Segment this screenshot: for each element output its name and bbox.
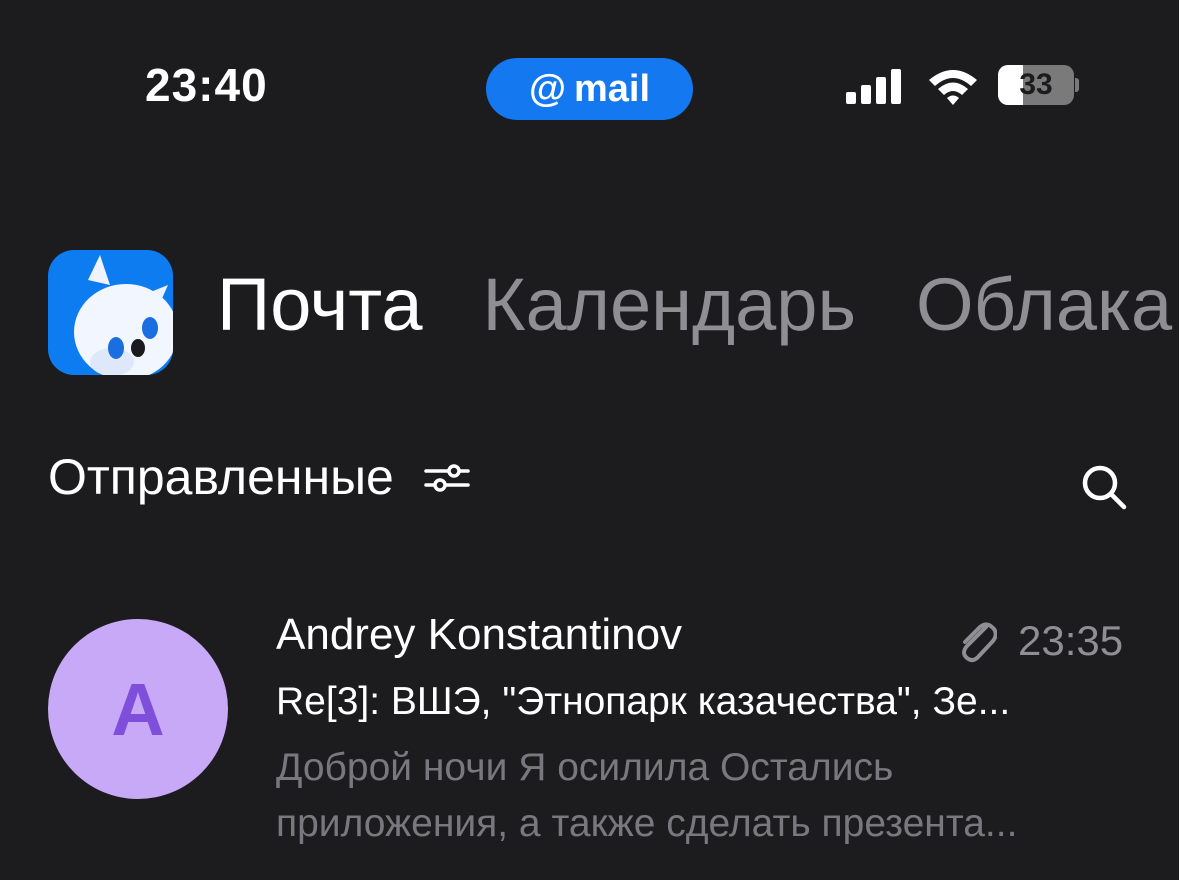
wifi-icon xyxy=(929,70,977,105)
message-time: 23:35 xyxy=(1018,617,1124,664)
message-subject: Re[3]: ВШЭ, "Этнопарк казачества", Зе... xyxy=(276,680,1011,723)
tab-mail[interactable]: Почта xyxy=(217,262,423,347)
battery-indicator: 33 xyxy=(998,65,1079,105)
at-icon: @ xyxy=(528,67,566,110)
avatar: A xyxy=(48,619,228,799)
search-icon[interactable] xyxy=(1079,462,1129,512)
mail-logo-icon[interactable] xyxy=(48,250,173,375)
message-sender: Andrey Konstantinov xyxy=(276,610,683,659)
message-preview-line-1: Доброй ночи Я осилила Остались xyxy=(276,746,894,789)
mail-app-pill[interactable]: @ mail xyxy=(486,58,693,120)
app-tabs: Почта Календарь Облака xyxy=(217,262,1172,347)
battery-level-label: 33 xyxy=(1019,68,1053,101)
cellular-signal-icon xyxy=(846,68,904,104)
mail-pill-label: mail xyxy=(574,67,651,110)
folder-title[interactable]: Отправленные xyxy=(48,448,394,506)
message-preview: Доброй ночи Я осилила Остались приложени… xyxy=(276,740,1136,852)
folder-header: Отправленные xyxy=(48,448,470,506)
tab-cloud[interactable]: Облака xyxy=(916,262,1172,347)
status-time: 23:40 xyxy=(145,59,268,111)
paperclip-icon xyxy=(962,622,997,663)
mascot-icon xyxy=(74,255,173,375)
filter-icon[interactable] xyxy=(424,457,470,497)
message-preview-line-2: приложения, а также сделать презента... xyxy=(276,802,1018,845)
tab-calendar[interactable]: Календарь xyxy=(483,262,857,347)
